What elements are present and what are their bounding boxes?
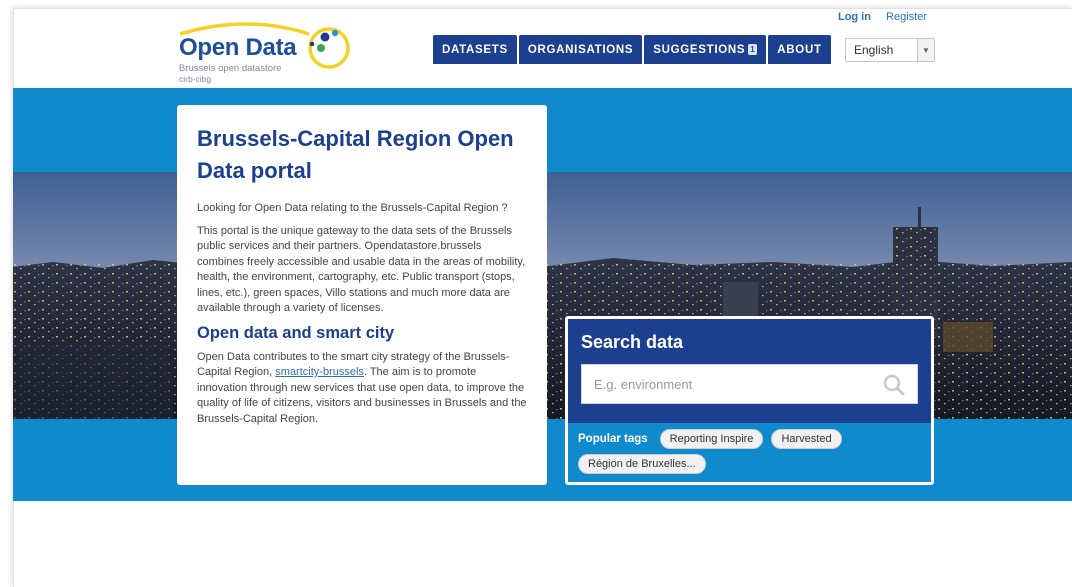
account-links: Log in Register	[826, 11, 927, 23]
popular-tags-label: Popular tags	[578, 433, 648, 445]
search-input[interactable]	[594, 376, 854, 392]
smart-city-paragraph: Open Data contributes to the smart city …	[197, 350, 527, 428]
nav-tab-about-label: ABOUT	[777, 43, 822, 56]
login-link[interactable]: Log in	[838, 11, 871, 23]
logo-title: Open Data	[179, 34, 297, 61]
nav-tab-datasets[interactable]: DATASETS	[433, 35, 517, 64]
register-link[interactable]: Register	[886, 11, 927, 23]
nav-tab-suggestions-label: SUGGESTIONS	[653, 43, 746, 56]
search-icon[interactable]	[883, 374, 905, 396]
intro-title: Brussels-Capital Region Open Data portal	[197, 126, 514, 183]
search-box[interactable]	[581, 364, 918, 404]
chevron-down-icon[interactable]: ▼	[917, 39, 934, 61]
search-header: Search data	[568, 319, 931, 423]
tag-harvested[interactable]: Harvested	[771, 429, 842, 449]
logo-org: cirb-cibg	[179, 74, 212, 84]
nav-tab-suggestions[interactable]: SUGGESTIONS 1	[644, 35, 767, 64]
main-nav: DATASETS ORGANISATIONS SUGGESTIONS 1 ABO…	[433, 35, 831, 64]
search-card: Search data Popular tags Reporting Inspi…	[565, 316, 934, 485]
tag-reporting-inspire[interactable]: Reporting Inspire	[659, 429, 764, 449]
smartcity-brussels-link[interactable]: smartcity-brussels	[275, 366, 364, 378]
intro-card: Brussels-Capital Region Open Data portal…	[177, 105, 547, 485]
language-selected-value: English	[854, 43, 894, 57]
nav-tab-datasets-label: DATASETS	[442, 43, 508, 56]
smart-city-heading: Open data and smart city	[197, 323, 395, 342]
intro-paragraph: This portal is the unique gateway to the…	[197, 224, 526, 315]
search-title: Search data	[581, 332, 684, 352]
suggestions-count-badge: 1	[748, 44, 758, 55]
popular-tags: Popular tags Reporting Inspire Harvested…	[568, 423, 931, 474]
logo-subtitle: Brussels open datastore	[179, 63, 282, 74]
open-data-logo[interactable]: Open Data Brussels open datastore cirb-c…	[177, 18, 357, 88]
intro-question: Looking for Open Data relating to the Br…	[197, 202, 508, 214]
tag-region-de-bruxelles[interactable]: Région de Bruxelles...	[578, 454, 706, 474]
nav-tab-organisations[interactable]: ORGANISATIONS	[518, 35, 643, 64]
nav-tab-about[interactable]: ABOUT	[768, 35, 831, 64]
nav-tab-organisations-label: ORGANISATIONS	[527, 43, 634, 56]
language-select[interactable]: English ▼	[845, 38, 935, 62]
